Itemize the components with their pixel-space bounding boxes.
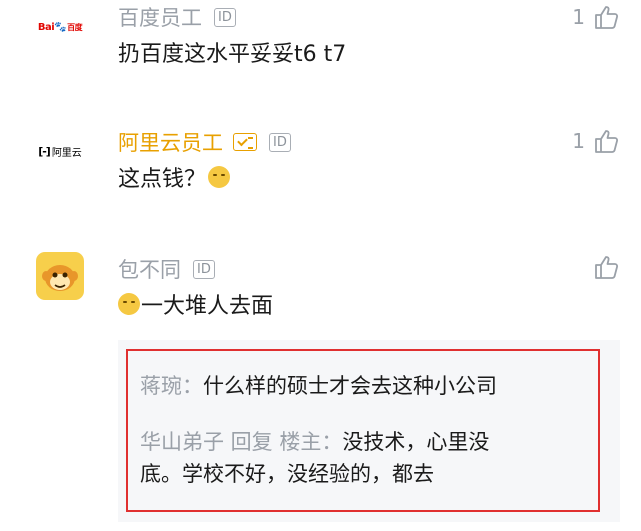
id-badge: ID [193, 259, 215, 279]
emoji-icon [118, 293, 140, 315]
avatar[interactable] [36, 252, 84, 300]
reply-text: 什么样的硕士才会去这种小公司 [203, 374, 497, 398]
thumbs-up-icon [595, 256, 619, 279]
reply-item[interactable]: 蒋琬：什么样的硕士才会去这种小公司 [140, 370, 497, 400]
avatar[interactable]: Bai 🐾 百度 [32, 16, 88, 38]
comment-author[interactable]: 包不同 ID [118, 254, 215, 284]
like-count: 1 [572, 129, 585, 153]
like-button[interactable] [585, 254, 619, 280]
comment-author[interactable]: 阿里云员工 ID [118, 127, 291, 157]
comment-author[interactable]: 百度员工 ID [118, 2, 236, 32]
id-badge: ID [269, 132, 291, 152]
comment-thread: Bai 🐾 百度 百度员工 ID 扔百度这水平妥妥t6 t7 1 [-] 阿里云 阿里… [0, 0, 641, 531]
comment-text: 一大堆人去面 [118, 288, 273, 320]
comment-text: 这点钱？ [118, 161, 231, 193]
verified-icon [233, 133, 257, 151]
monkey-avatar-icon [42, 265, 78, 291]
like-count: 1 [572, 5, 585, 29]
like-button[interactable]: 1 [572, 128, 619, 154]
reply-text-continued: 底。学校不好，没经验的，都去 [140, 462, 434, 486]
thumbs-up-icon [595, 130, 619, 153]
reply-author[interactable]: 蒋琬： [140, 374, 203, 398]
reply-text: 没技术，心里没 [342, 430, 490, 454]
reply-item[interactable]: 华山弟子 回复 楼主：没技术，心里没 [140, 426, 489, 456]
id-badge: ID [214, 7, 236, 27]
comment-text: 扔百度这水平妥妥t6 t7 [118, 42, 347, 67]
like-button[interactable]: 1 [572, 4, 619, 30]
thumbs-up-icon [595, 6, 619, 29]
paw-icon: 🐾 [54, 21, 67, 33]
avatar[interactable]: [-] 阿里云 [32, 140, 88, 162]
emoji-icon [208, 166, 231, 188]
reply-author[interactable]: 华山弟子 回复 楼主： [140, 430, 342, 454]
